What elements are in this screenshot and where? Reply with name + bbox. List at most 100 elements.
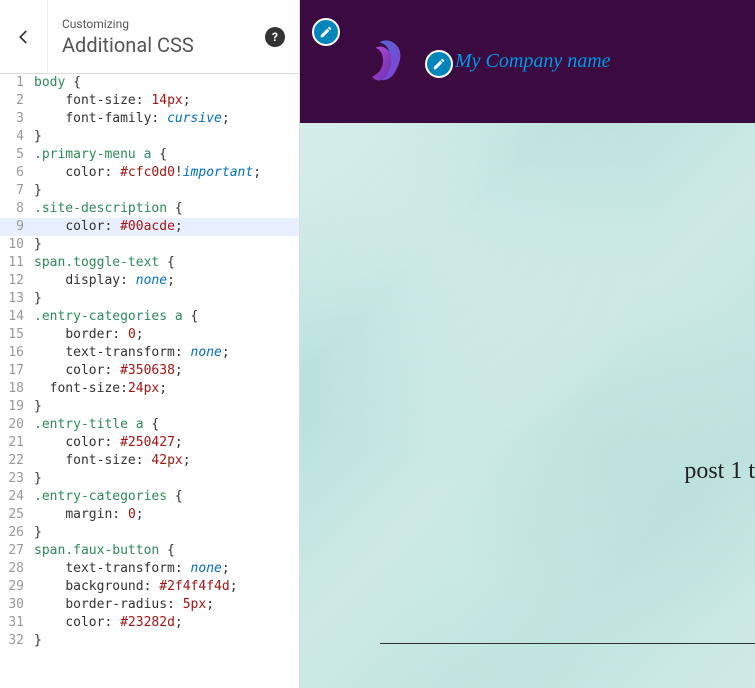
line-number: 32 — [0, 632, 30, 650]
code-line[interactable]: 30 border-radius: 5px; — [0, 596, 299, 614]
line-number: 19 — [0, 398, 30, 416]
code-line[interactable]: 32} — [0, 632, 299, 650]
page-title: Additional CSS — [62, 33, 251, 57]
code-line[interactable]: 9 color: #00acde; — [0, 218, 299, 236]
code-line[interactable]: 31 color: #23282d; — [0, 614, 299, 632]
code-content[interactable]: span.toggle-text { — [30, 254, 299, 272]
line-number: 5 — [0, 146, 30, 164]
line-number: 29 — [0, 578, 30, 596]
code-line[interactable]: 1body { — [0, 74, 299, 92]
code-content[interactable]: .entry-categories a { — [30, 308, 299, 326]
preview-body: post 1 t — [300, 123, 755, 688]
css-editor[interactable]: 1body {2 font-size: 14px;3 font-family: … — [0, 74, 299, 688]
code-line[interactable]: 2 font-size: 14px; — [0, 92, 299, 110]
code-line[interactable]: 15 border: 0; — [0, 326, 299, 344]
code-content[interactable]: font-size: 14px; — [30, 92, 299, 110]
code-content[interactable]: background: #2f4f4f4d; — [30, 578, 299, 596]
chevron-left-icon — [15, 28, 33, 46]
divider — [380, 643, 755, 644]
edit-shortcut-header[interactable] — [312, 18, 340, 46]
code-line[interactable]: 24.entry-categories { — [0, 488, 299, 506]
code-content[interactable]: } — [30, 524, 299, 542]
code-content[interactable]: } — [30, 182, 299, 200]
code-content[interactable]: color: #23282d; — [30, 614, 299, 632]
line-number: 15 — [0, 326, 30, 344]
code-content[interactable]: .primary-menu a { — [30, 146, 299, 164]
code-content[interactable]: } — [30, 236, 299, 254]
code-content[interactable]: text-transform: none; — [30, 560, 299, 578]
code-content[interactable]: span.faux-button { — [30, 542, 299, 560]
sidebar-header: Customizing Additional CSS ? — [0, 0, 299, 74]
code-line[interactable]: 22 font-size: 42px; — [0, 452, 299, 470]
line-number: 10 — [0, 236, 30, 254]
customizer-sidebar: Customizing Additional CSS ? 1body {2 fo… — [0, 0, 300, 688]
code-content[interactable]: body { — [30, 74, 299, 92]
line-number: 20 — [0, 416, 30, 434]
code-line[interactable]: 7} — [0, 182, 299, 200]
code-content[interactable]: border-radius: 5px; — [30, 596, 299, 614]
code-line[interactable]: 5.primary-menu a { — [0, 146, 299, 164]
line-number: 25 — [0, 506, 30, 524]
code-content[interactable]: .entry-title a { — [30, 416, 299, 434]
breadcrumb: Customizing — [62, 17, 251, 31]
line-number: 13 — [0, 290, 30, 308]
code-line[interactable]: 19} — [0, 398, 299, 416]
code-content[interactable]: font-size:24px; — [30, 380, 299, 398]
line-number: 26 — [0, 524, 30, 542]
edit-shortcut-title[interactable] — [425, 50, 453, 78]
code-line[interactable]: 8.site-description { — [0, 200, 299, 218]
logo-icon — [360, 34, 415, 89]
code-line[interactable]: 4} — [0, 128, 299, 146]
code-line[interactable]: 18 font-size:24px; — [0, 380, 299, 398]
back-button[interactable] — [0, 0, 48, 74]
code-line[interactable]: 25 margin: 0; — [0, 506, 299, 524]
code-content[interactable]: } — [30, 632, 299, 650]
code-content[interactable]: text-transform: none; — [30, 344, 299, 362]
line-number: 2 — [0, 92, 30, 110]
code-line[interactable]: 3 font-family: cursive; — [0, 110, 299, 128]
code-content[interactable]: } — [30, 290, 299, 308]
code-content[interactable]: border: 0; — [30, 326, 299, 344]
code-content[interactable]: } — [30, 128, 299, 146]
code-content[interactable]: color: #250427; — [30, 434, 299, 452]
site-logo[interactable] — [360, 34, 415, 89]
line-number: 14 — [0, 308, 30, 326]
line-number: 17 — [0, 362, 30, 380]
code-line[interactable]: 23} — [0, 470, 299, 488]
code-content[interactable]: display: none; — [30, 272, 299, 290]
code-line[interactable]: 21 color: #250427; — [0, 434, 299, 452]
code-line[interactable]: 6 color: #cfc0d0!important; — [0, 164, 299, 182]
line-number: 11 — [0, 254, 30, 272]
help-button[interactable]: ? — [265, 27, 285, 47]
line-number: 28 — [0, 560, 30, 578]
code-content[interactable]: } — [30, 470, 299, 488]
line-number: 21 — [0, 434, 30, 452]
preview-site-header: My Company name — [300, 0, 755, 123]
code-line[interactable]: 28 text-transform: none; — [0, 560, 299, 578]
code-line[interactable]: 10} — [0, 236, 299, 254]
code-content[interactable]: font-size: 42px; — [30, 452, 299, 470]
line-number: 9 — [0, 218, 30, 236]
code-line[interactable]: 16 text-transform: none; — [0, 344, 299, 362]
code-line[interactable]: 11span.toggle-text { — [0, 254, 299, 272]
code-line[interactable]: 17 color: #350638; — [0, 362, 299, 380]
code-line[interactable]: 27span.faux-button { — [0, 542, 299, 560]
code-content[interactable]: font-family: cursive; — [30, 110, 299, 128]
post-title[interactable]: post 1 t — [684, 458, 755, 485]
code-line[interactable]: 12 display: none; — [0, 272, 299, 290]
code-content[interactable]: color: #00acde; — [30, 218, 299, 236]
preview-pane: My Company name post 1 t — [300, 0, 755, 688]
code-line[interactable]: 26} — [0, 524, 299, 542]
code-content[interactable]: .entry-categories { — [30, 488, 299, 506]
code-line[interactable]: 20.entry-title a { — [0, 416, 299, 434]
site-title[interactable]: My Company name — [455, 50, 611, 73]
code-content[interactable]: color: #350638; — [30, 362, 299, 380]
code-line[interactable]: 14.entry-categories a { — [0, 308, 299, 326]
code-content[interactable]: .site-description { — [30, 200, 299, 218]
line-number: 16 — [0, 344, 30, 362]
code-content[interactable]: margin: 0; — [30, 506, 299, 524]
code-content[interactable]: } — [30, 398, 299, 416]
code-line[interactable]: 29 background: #2f4f4f4d; — [0, 578, 299, 596]
code-content[interactable]: color: #cfc0d0!important; — [30, 164, 299, 182]
code-line[interactable]: 13} — [0, 290, 299, 308]
